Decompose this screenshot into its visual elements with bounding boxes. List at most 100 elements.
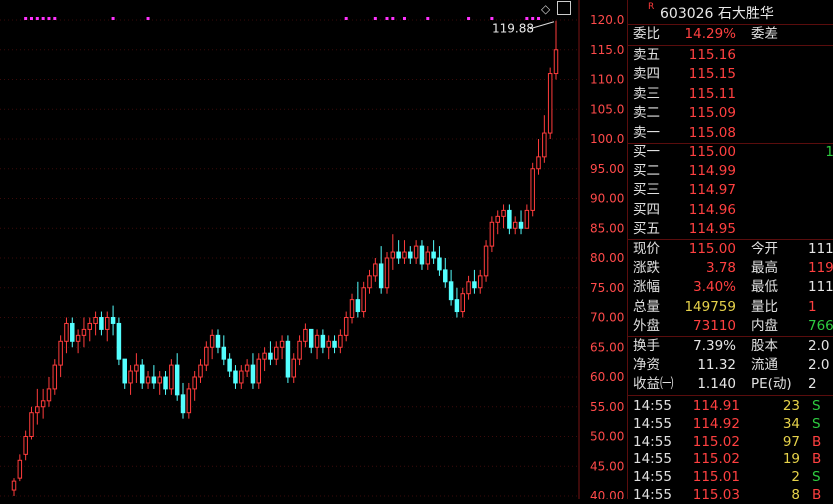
y-tick-label: 95.00 [590,162,624,176]
fundamental-label: 净资 [633,357,660,374]
tick-time: 14:55 [633,433,672,450]
stat-label: 量比 [751,298,778,315]
fundamental-value: 2.0 [808,357,830,374]
stat-value: 1 [808,298,817,315]
candle-body [431,251,436,259]
stat-label: 今开 [751,241,778,257]
tick-row[interactable]: 14:55 115.02 19 B [628,450,833,468]
buy-level-row[interactable]: 买三 114.97 [628,181,833,200]
candle-body [157,376,162,384]
buy-level-row[interactable]: 买一 115.00 1 [628,143,833,162]
candle-body [326,340,331,348]
candle-body [483,245,489,277]
candle-body [320,334,326,348]
buy-level-price: 114.97 [688,182,736,199]
candle-body [116,322,122,360]
window-toggle-icon[interactable] [557,1,571,15]
candle-body [396,251,401,259]
buy-level-price: 115.00 [688,144,736,160]
candle-body [297,340,302,360]
candle-body [338,334,343,348]
stat-value: 3.40% [693,279,736,296]
tick-price: 115.03 [692,487,740,503]
candle-body [262,352,267,360]
tick-row[interactable]: 14:55 115.01 2 S [628,468,833,486]
signal-marker [35,17,39,20]
stat-label: 最低 [751,279,778,296]
tick-row[interactable]: 14:55 114.92 34 S [628,415,833,433]
signal-marker [537,17,541,20]
candle-body [221,346,227,360]
sell-level-row[interactable]: 卖一 115.08 [628,124,833,143]
signal-marker [111,17,115,20]
sell-level-row[interactable]: 卖三 115.11 [628,85,833,104]
candle-body [52,364,58,390]
signal-marker [41,17,45,20]
sell-level-price: 115.08 [688,124,736,141]
signal-marker [402,17,406,20]
tick-time: 14:55 [633,415,672,432]
candle-body [460,293,466,313]
signal-marker [53,17,57,20]
candle-body [291,358,296,378]
tick-side: S [812,398,821,414]
candle-body [145,376,151,384]
y-tick-label: 50.00 [590,430,624,444]
candle-body [174,364,180,396]
stat-value: 149759 [684,298,736,315]
sell-level-row[interactable]: 卖二 115.09 [628,104,833,123]
tick-price: 114.91 [692,398,740,414]
tick-row[interactable]: 14:55 115.03 8 B [628,486,833,504]
buy-level-volume: 1 [825,144,833,160]
y-tick-label: 110.0 [590,73,624,87]
candle-body [343,317,349,336]
y-tick-label: 85.00 [590,221,624,235]
stat-value: 766 [808,317,833,334]
candle-body [524,209,530,229]
tick-row[interactable]: 14:55 115.02 97 B [628,433,833,451]
candlestick-chart[interactable]: 120.0 115.0 110.0 105.0 100.0 95.00 90.00 85.00… [0,0,626,499]
candle-body [227,358,232,372]
buy-level-price: 114.96 [688,201,736,218]
candle-body [151,376,157,384]
sell-level-price: 115.15 [688,66,736,83]
candle-body [437,257,442,271]
y-tick-label: 60.00 [590,370,624,384]
y-tick-label: 120.0 [590,13,624,27]
signal-marker [24,17,28,20]
divider [628,395,833,396]
tick-price: 114.92 [692,415,740,432]
candle-body [215,334,221,348]
candle-body [384,257,390,289]
buy-level-row[interactable]: 买四 114.96 [628,201,833,220]
stat-row: 总量 149759 量比 1 [628,298,833,317]
candle-body [390,251,396,259]
candle-body [209,334,215,348]
fundamental-label: 换手 [633,338,660,354]
quote-panel: R 603026 石大胜华 委比 14.29% 委差 卖五 115.16 卖四 115… [627,0,833,503]
candle-body [128,370,133,384]
candle-body [495,215,500,223]
tick-row[interactable]: 14:55 114.91 23 S [628,397,833,415]
candle-body [425,251,431,265]
buy-level-row[interactable]: 买二 114.99 [628,162,833,181]
stat-row: 涨幅 3.40% 最低 111 [628,278,833,297]
candle-body [274,346,279,360]
signal-marker [385,17,389,20]
stat-row: 外盘 73110 内盘 766 [628,317,833,336]
candle-body [122,358,127,384]
stat-value: 111 [808,241,833,257]
stock-title[interactable]: 603026 石大胜华 [660,3,774,23]
candle-body [332,340,337,348]
candle-body [361,287,366,313]
stat-value: 119 [808,260,833,277]
weibi-value: 14.29% [684,26,736,42]
sell-level-row[interactable]: 卖五 115.16 [628,46,833,65]
diamond-icon[interactable]: ◇ [541,2,550,16]
sell-level-row[interactable]: 卖四 115.15 [628,65,833,84]
signal-marker [531,17,535,20]
kline-chart[interactable]: 120.0 115.0 110.0 105.0 100.0 95.00 90.00 85.00… [0,0,626,499]
tick-volume: 34 [782,415,800,432]
buy-level-row[interactable]: 买五 114.95 [628,220,833,239]
tick-price: 115.02 [692,451,740,468]
